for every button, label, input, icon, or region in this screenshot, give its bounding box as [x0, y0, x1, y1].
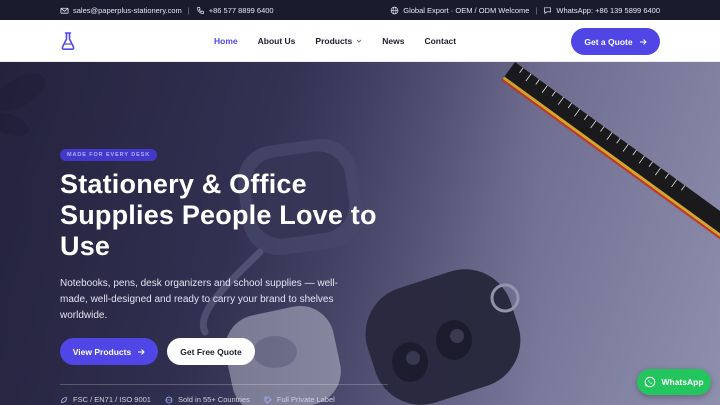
hero-badge: MADE FOR EVERY DESK	[60, 149, 158, 161]
topbar-phone[interactable]: +86 577 8899 6400	[209, 6, 274, 15]
get-free-quote-button[interactable]: Get Free Quote	[167, 338, 255, 365]
topbar-contact-group: sales@paperplus-stationery.com | +86 577…	[60, 0, 274, 20]
site-header: Home About Us Products News Contact Get …	[0, 20, 720, 62]
globe-icon	[165, 396, 173, 403]
topbar-whatsapp[interactable]: WhatsApp: +86 139 5899 6400	[556, 6, 660, 15]
hero-divider	[60, 384, 388, 385]
nav-contact[interactable]: Contact	[424, 36, 456, 46]
view-products-label: View Products	[72, 346, 132, 357]
hero-section: MADE FOR EVERY DESK Stationery & Office …	[0, 62, 720, 405]
flask-icon[interactable]	[60, 31, 76, 51]
arrow-right-icon	[138, 348, 145, 355]
feature-item: FSC / EN71 / ISO 9001	[60, 395, 151, 404]
feature-label: Full Private Label	[276, 395, 335, 404]
whatsapp-icon	[645, 376, 656, 388]
whatsapp-float-button[interactable]: WhatsApp	[637, 369, 711, 395]
feature-label: FSC / EN71 / ISO 9001	[73, 395, 151, 404]
nav-contact-label: Contact	[424, 36, 457, 46]
chat-icon	[544, 6, 552, 14]
nav-products-label: Products	[315, 36, 353, 46]
feature-item: Full Private Label	[264, 395, 335, 404]
topbar-separator: |	[187, 5, 190, 15]
nav-home[interactable]: Home	[214, 36, 238, 46]
nav-about-label: About Us	[257, 36, 296, 46]
tag-icon	[264, 396, 272, 404]
mail-icon	[60, 7, 69, 14]
topbar-email[interactable]: sales@paperplus-stationery.com	[73, 6, 182, 15]
main-nav: Home About Us Products News Contact	[214, 20, 456, 62]
feature-label: Sold in 55+ Countries	[177, 395, 250, 404]
nav-home-label: Home	[214, 36, 238, 46]
arrow-right-icon	[639, 38, 647, 45]
chevron-down-icon	[356, 39, 362, 43]
hero-description: Notebooks, pens, desk organizers and sch…	[60, 278, 338, 321]
nav-about-us[interactable]: About Us	[258, 36, 296, 46]
get-a-quote-button[interactable]: Get a Quote	[571, 28, 660, 55]
topbar-tagline: Global Export · OEM / ODM Welcome	[403, 5, 530, 15]
hero-title: Stationery & Office Supplies People Love…	[60, 169, 377, 261]
topbar-separator: |	[535, 5, 538, 15]
globe-icon	[390, 6, 399, 14]
topbar-info-group: Global Export · OEM / ODM Welcome | What…	[390, 0, 660, 20]
get-free-quote-label: Get Free Quote	[180, 346, 242, 357]
nav-news-label: News	[382, 36, 405, 46]
leaf-icon	[61, 396, 67, 403]
nav-products[interactable]: Products	[315, 36, 362, 46]
feature-item: Sold in 55+ Countries	[165, 395, 250, 404]
whatsapp-label: WhatsApp	[661, 377, 704, 387]
nav-news[interactable]: News	[382, 36, 404, 46]
view-products-button[interactable]: View Products	[60, 338, 158, 365]
top-contact-bar: sales@paperplus-stationery.com | +86 577…	[0, 0, 720, 20]
hero-features: FSC / EN71 / ISO 9001 Sold in 55+ Countr…	[60, 395, 335, 404]
get-a-quote-label: Get a Quote	[584, 36, 633, 47]
phone-icon	[196, 6, 204, 14]
